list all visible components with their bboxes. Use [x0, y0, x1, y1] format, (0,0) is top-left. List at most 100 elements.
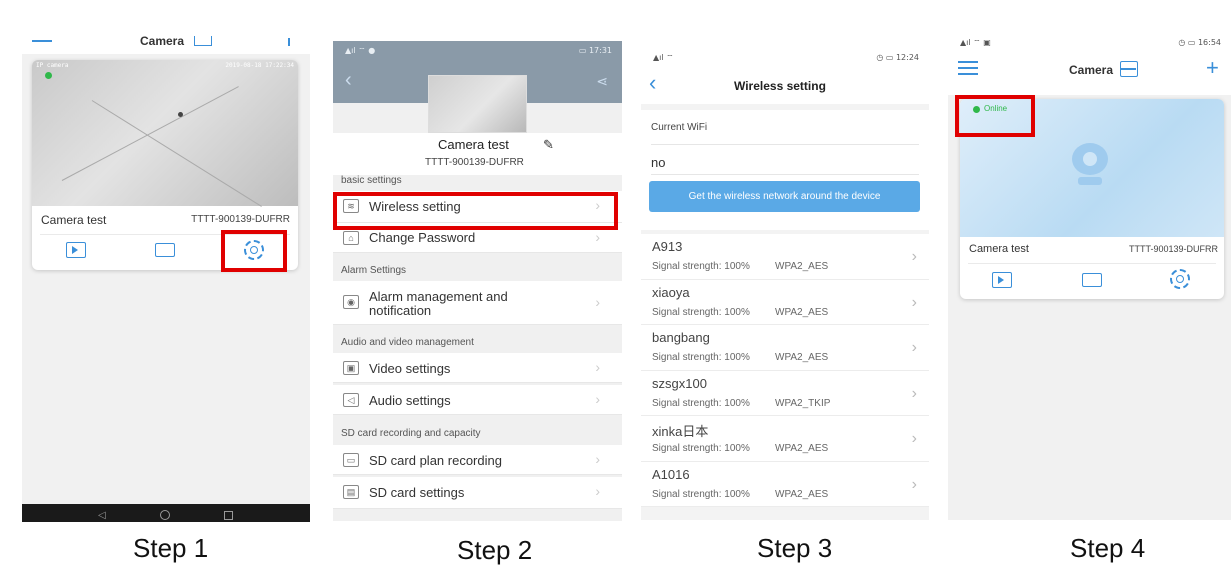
- folder-icon[interactable]: [155, 243, 175, 257]
- camera-name: Camera test: [969, 243, 1029, 255]
- audio-settings-label: Audio settings: [369, 393, 451, 408]
- network-signal: Signal strength: 100%: [652, 352, 750, 363]
- section-basic-settings: basic settings: [341, 175, 402, 186]
- chevron-right-icon: ›: [911, 339, 917, 356]
- camera-id: TTTT-900139-DUFRR: [1128, 244, 1218, 254]
- status-time: 17:31: [588, 46, 612, 55]
- network-name: szsgx100: [652, 375, 707, 391]
- settings-icon[interactable]: [1170, 269, 1190, 289]
- playback-icon[interactable]: [992, 272, 1012, 288]
- alarm-management-label: Alarm management and: [369, 289, 508, 304]
- network-encryption: WPA2_AES: [775, 261, 829, 272]
- android-nav-bar: ◁: [22, 504, 310, 522]
- network-list-item[interactable]: xiaoya Signal strength: 100% WPA2_AES ›: [641, 279, 929, 325]
- step4-statusbar: ▲ıl ⌔ ▣ ◷ ▭ 16:54: [948, 33, 1231, 53]
- edit-icon[interactable]: ✎: [543, 137, 554, 153]
- network-signal: Signal strength: 100%: [652, 261, 750, 272]
- video-settings-item[interactable]: ▣ Video settings ›: [333, 353, 622, 383]
- step3-screen: ▲ıl ⌔ ◷ ▭ 12:24 ‹ Wireless setting Curre…: [641, 48, 929, 520]
- alarm-management-label-line2: notification: [369, 303, 432, 318]
- network-list-item[interactable]: szsgx100 Signal strength: 100% WPA2_TKIP ›: [641, 370, 929, 416]
- network-name: xinka日本: [652, 424, 709, 439]
- section-sd-card: SD card recording and capacity: [341, 428, 481, 439]
- step4-header-title: Camera: [1069, 63, 1114, 77]
- step2-statusbar: ▲ıl ⌔ ● ▭ 17:31: [333, 41, 622, 61]
- step1-highlight-settings: [221, 230, 287, 272]
- network-signal: Signal strength: 100%: [652, 306, 750, 318]
- network-list-item[interactable]: A913 Signal strength: 100% WPA2_AES ›: [641, 234, 929, 280]
- camera-name: Camera test: [41, 213, 107, 227]
- network-list-item[interactable]: bangbang Signal strength: 100% WPA2_AES ›: [641, 325, 929, 371]
- chevron-right-icon: ›: [595, 451, 600, 467]
- camera-icon: [1072, 143, 1108, 175]
- lock-icon: ⌂: [343, 231, 359, 245]
- network-encryption: WPA2_AES: [775, 306, 829, 318]
- step2-highlight-wireless: [333, 192, 618, 230]
- chevron-right-icon: ›: [595, 229, 600, 245]
- signal-icon: ▲ıl ⌔ ▣: [960, 38, 991, 47]
- share-icon[interactable]: ⋖: [596, 73, 608, 90]
- network-encryption: WPA2_AES: [775, 443, 829, 454]
- current-wifi-divider: [651, 174, 919, 175]
- back-icon[interactable]: ‹: [649, 72, 656, 94]
- network-encryption: WPA2_TKIP: [775, 397, 831, 409]
- camera-video-feed[interactable]: IP camera 2019-08-18 17:22:34: [32, 60, 298, 207]
- add-icon[interactable]: +: [1206, 57, 1219, 79]
- record-icon: ▭: [343, 453, 359, 467]
- sd-card-settings-label: SD card settings: [369, 485, 465, 500]
- step4-highlight-online: [955, 95, 1035, 137]
- online-dot-icon: [45, 72, 52, 79]
- chevron-right-icon: ›: [595, 483, 600, 499]
- ceiling-line: [61, 86, 239, 181]
- menu-icon[interactable]: [32, 40, 52, 42]
- network-list-item[interactable]: A1016 Signal strength: 100% WPA2_AES ›: [641, 461, 929, 507]
- back-icon[interactable]: ‹: [345, 69, 352, 92]
- signal-icon: ▲ıl ⌔ ●: [345, 46, 376, 55]
- step2-screen: ▲ıl ⌔ ● ▭ 17:31 ‹ ⋖ Camera test ✎ TTTT-9…: [333, 41, 622, 521]
- sd-plan-recording-item[interactable]: ▭ SD card plan recording ›: [333, 445, 622, 475]
- network-signal: Signal strength: 100%: [652, 488, 750, 500]
- network-list-item[interactable]: xinka日本 Signal strength: 100% WPA2_AES ›: [641, 416, 929, 462]
- network-encryption: WPA2_AES: [775, 488, 829, 500]
- playback-icon[interactable]: [66, 242, 86, 258]
- add-icon[interactable]: [288, 38, 290, 46]
- step-label-4: Step 4: [1070, 533, 1146, 563]
- layout-icon[interactable]: [194, 36, 212, 46]
- step1-header-title: Camera: [140, 34, 185, 48]
- battery-icon: ◷ ▭: [1178, 38, 1198, 47]
- menu-icon[interactable]: [958, 61, 978, 75]
- sd-card-icon: ▤: [343, 485, 359, 499]
- alarm-management-item[interactable]: ◉ Alarm management and notification ›: [333, 281, 622, 325]
- chevron-right-icon: ›: [911, 384, 917, 402]
- chevron-right-icon: ›: [595, 391, 600, 407]
- ceiling-spot: [178, 112, 183, 117]
- step-label-2: Step 2: [457, 535, 533, 565]
- card-divider: [968, 263, 1216, 264]
- home-nav-icon[interactable]: [160, 510, 170, 520]
- back-nav-icon[interactable]: ◁: [98, 510, 106, 521]
- change-password-label: Change Password: [369, 230, 476, 245]
- battery-icon: ◷ ▭: [876, 53, 896, 62]
- network-signal: Signal strength: 100%: [652, 443, 750, 454]
- step-label-1: Step 1: [133, 533, 209, 563]
- scan-networks-button[interactable]: Get the wireless network around the devi…: [649, 181, 920, 212]
- sd-card-settings-item[interactable]: ▤ SD card settings ›: [333, 477, 622, 509]
- chevron-right-icon: ›: [911, 248, 917, 265]
- sd-plan-recording-label: SD card plan recording: [369, 453, 502, 468]
- recent-nav-icon[interactable]: [224, 511, 233, 520]
- folder-icon[interactable]: [1082, 273, 1102, 287]
- audio-settings-item[interactable]: ◁ Audio settings ›: [333, 385, 622, 415]
- layout-icon[interactable]: [1120, 61, 1138, 77]
- camera-id: TTTT-900139-DUFRR: [191, 214, 290, 225]
- speaker-icon: ◁: [343, 393, 359, 407]
- network-signal: Signal strength: 100%: [652, 397, 750, 409]
- video-icon: ▣: [343, 361, 359, 375]
- chevron-right-icon: ›: [595, 359, 600, 375]
- step1-screen: Camera IP camera 2019-08-18 17:22:34 Cam…: [22, 28, 310, 522]
- camera-stand: [1078, 177, 1102, 185]
- current-wifi-divider: [651, 144, 919, 145]
- section-alarm-settings: Alarm Settings: [341, 265, 407, 276]
- status-time: 16:54: [1197, 38, 1221, 47]
- chevron-right-icon: ›: [595, 294, 600, 310]
- network-name: bangbang: [652, 330, 710, 345]
